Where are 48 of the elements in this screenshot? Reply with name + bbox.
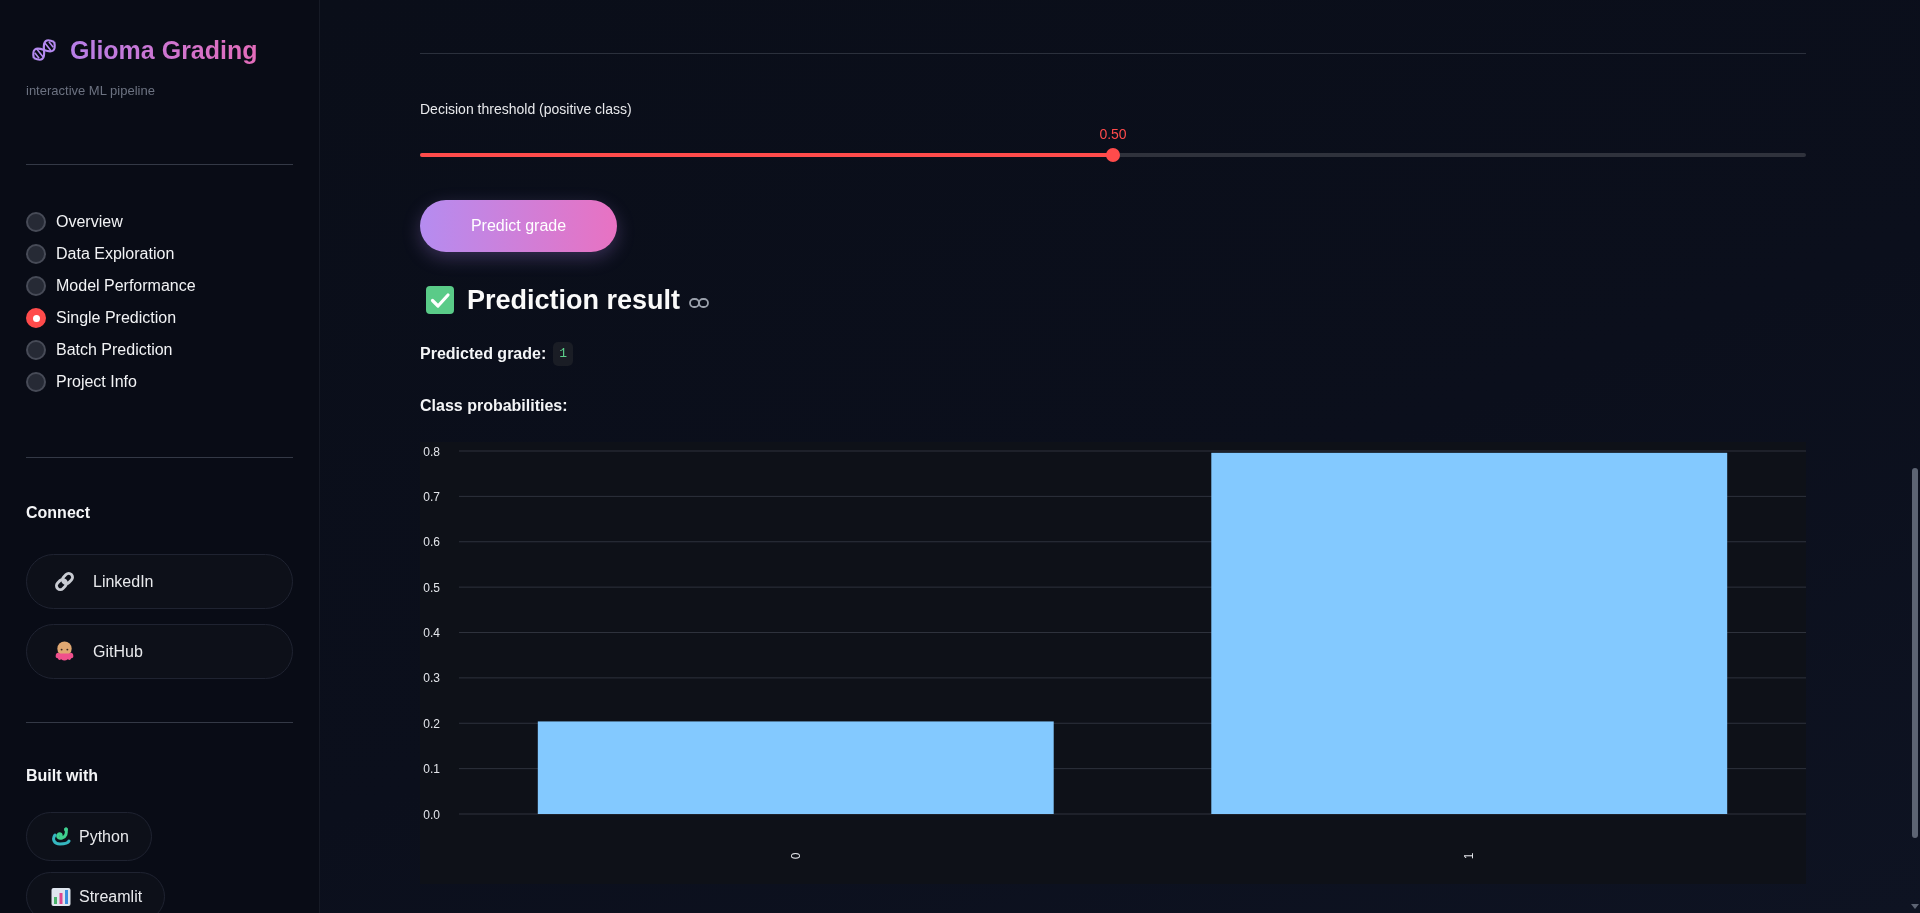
y-tick-label: 0.0 xyxy=(423,807,440,822)
slider-track[interactable] xyxy=(420,153,1806,157)
octopus-icon xyxy=(53,640,76,663)
y-tick-label: 0.6 xyxy=(423,535,440,550)
section-heading: Built with xyxy=(26,766,99,786)
radio-button[interactable] xyxy=(26,308,46,328)
field-label: Predicted grade: xyxy=(420,344,547,364)
radio-button[interactable] xyxy=(26,340,46,360)
slider-value: 0.50 xyxy=(1099,125,1127,143)
nav-radio-option[interactable]: Data Exploration xyxy=(26,238,175,270)
predicted-value: 1 xyxy=(553,342,574,366)
tech-link-button[interactable]: Streamlit xyxy=(26,872,166,913)
chart-caption: Class probabilities: xyxy=(420,396,568,416)
tech-link-button[interactable]: Python xyxy=(26,812,152,861)
chain-link-icon xyxy=(53,570,76,593)
nav-radio-option[interactable]: Project Info xyxy=(26,366,137,398)
threshold-slider[interactable] xyxy=(420,147,1806,163)
link-icon[interactable] xyxy=(689,298,710,308)
y-tick-label: 0.4 xyxy=(423,626,440,640)
nav-radio-option[interactable]: Batch Prediction xyxy=(26,334,173,366)
y-tick-label: 0.8 xyxy=(423,444,440,459)
nav-radio-option[interactable]: Overview xyxy=(26,206,123,238)
social-link-button[interactable]: GitHub xyxy=(26,624,293,679)
y-tick-label: 0.3 xyxy=(423,671,440,686)
slider-thumb[interactable] xyxy=(1106,148,1120,162)
y-tick-label: 0.2 xyxy=(423,716,440,731)
scrollbar-thumb[interactable] xyxy=(1912,468,1918,838)
dna-icon xyxy=(30,36,58,64)
bar-chart-icon xyxy=(51,886,71,907)
x-tick-label: 1 xyxy=(1462,852,1477,860)
section-heading: Prediction result xyxy=(467,284,681,317)
y-tick-label: 0.7 xyxy=(423,489,440,504)
radio-button[interactable] xyxy=(26,372,46,392)
scroll-down-arrow-icon[interactable] xyxy=(1911,904,1919,909)
radio-button[interactable] xyxy=(26,212,46,232)
y-tick-label: 0.1 xyxy=(423,762,440,777)
y-tick-label: 0.5 xyxy=(423,580,440,595)
check-icon xyxy=(426,286,454,314)
nav-radio-option[interactable]: Model Performance xyxy=(26,270,196,302)
x-tick-label: 0 xyxy=(788,852,803,860)
app-subtitle: interactive ML pipeline xyxy=(26,82,156,100)
radio-button[interactable] xyxy=(26,244,46,264)
slider-label: Decision threshold (positive class) xyxy=(420,100,632,119)
nav-radio-option[interactable]: Single Prediction xyxy=(26,302,177,334)
snake-icon xyxy=(51,826,71,847)
radio-button[interactable] xyxy=(26,276,46,296)
social-link-button[interactable]: LinkedIn xyxy=(26,554,293,609)
section-heading: Connect xyxy=(26,503,91,523)
